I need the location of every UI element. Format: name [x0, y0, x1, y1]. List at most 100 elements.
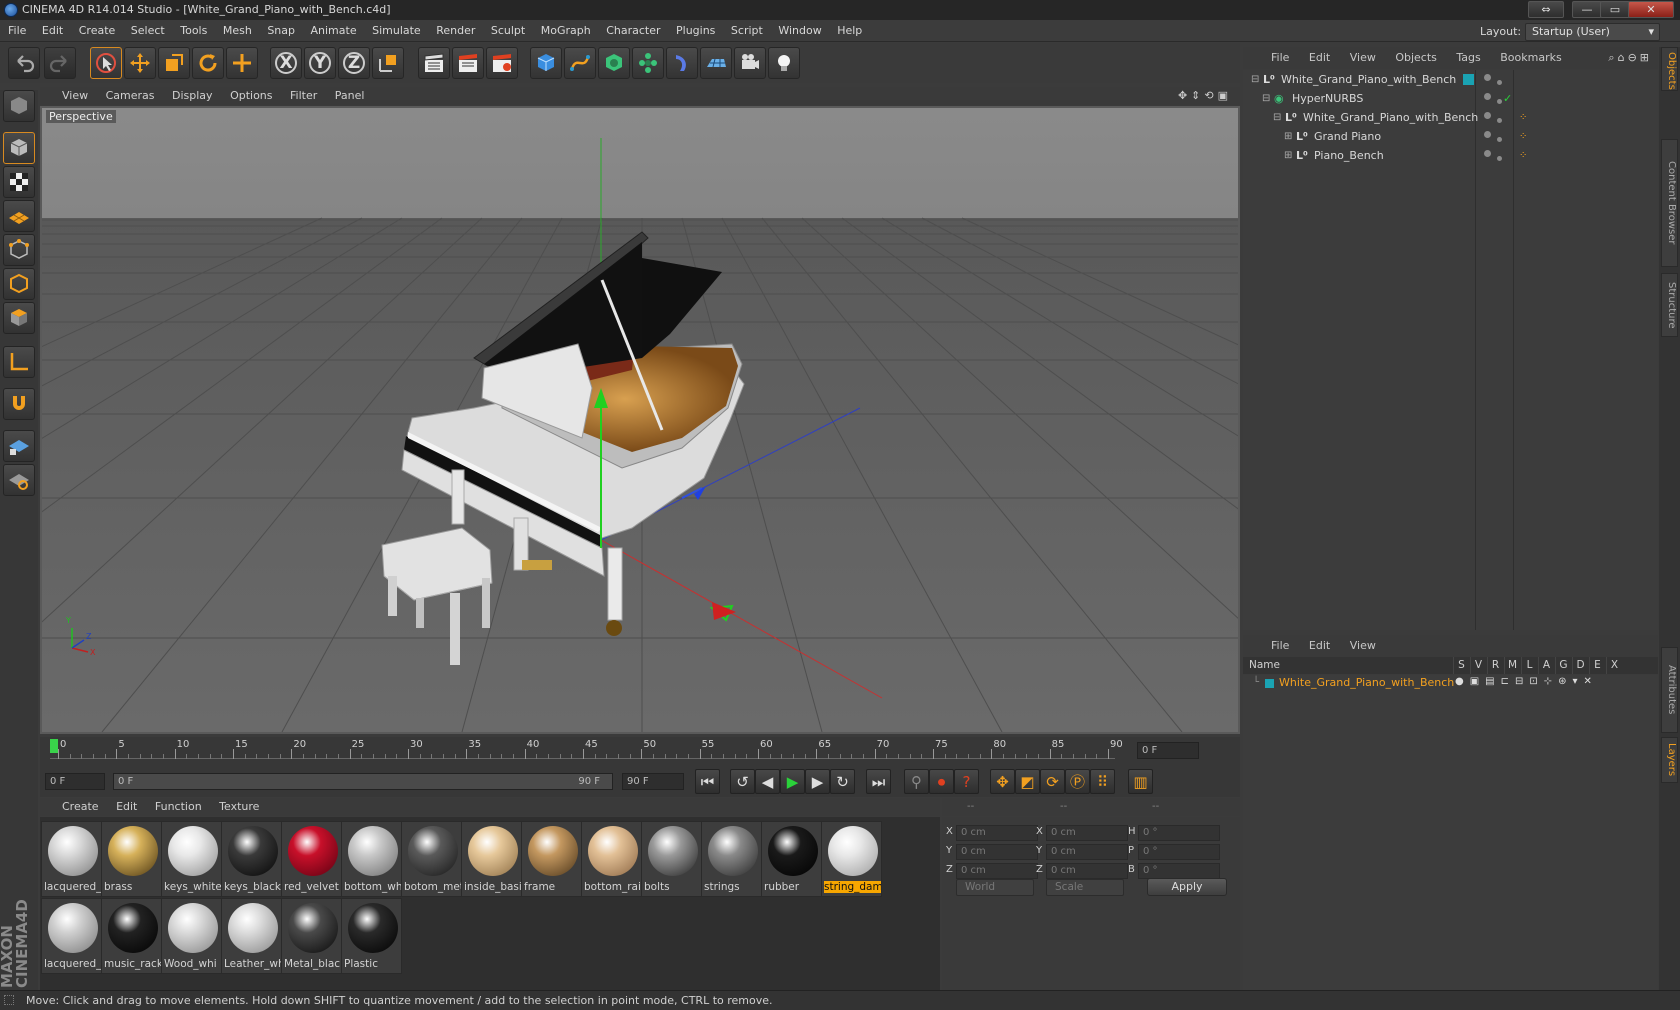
coord-value-field[interactable]: 0 cm	[1046, 825, 1128, 841]
coord-value-field[interactable]: 0 °	[1138, 863, 1220, 879]
workplane-mode-button[interactable]	[3, 200, 35, 232]
layer-flag-column-header[interactable]: X	[1606, 657, 1622, 674]
material-swatch[interactable]: string_dam	[821, 821, 882, 897]
undo-button[interactable]	[8, 47, 40, 79]
material-swatch[interactable]: strings	[701, 821, 762, 897]
expand-toggle-icon[interactable]: ⊟	[1251, 70, 1259, 90]
maximize-button[interactable]: ▭	[1600, 1, 1630, 18]
points-mode-button[interactable]	[3, 234, 35, 266]
y-axis-lock-button[interactable]: Y	[304, 47, 336, 79]
side-tab[interactable]: Layers	[1661, 737, 1678, 783]
frame-range-slider[interactable]: 0 F 90 F	[113, 773, 613, 790]
material-swatch[interactable]: bottom_rai	[581, 821, 642, 897]
viewport-menu-filter[interactable]: Filter	[283, 87, 324, 105]
redo-button[interactable]	[44, 47, 76, 79]
x-axis-lock-button[interactable]: X	[270, 47, 302, 79]
menu-create[interactable]: Create	[73, 20, 122, 42]
coord-scale-select[interactable]: Scale	[1046, 879, 1124, 896]
go-to-start-button[interactable]: ⏮	[695, 769, 720, 794]
menu-mesh[interactable]: Mesh	[217, 20, 258, 42]
add-floor-button[interactable]	[700, 47, 732, 79]
material-swatch[interactable]: lacquered_	[41, 821, 102, 897]
layer-menu-view[interactable]: View	[1342, 635, 1384, 657]
material-swatch[interactable]: red_velvet	[281, 821, 342, 897]
key-scale-button[interactable]: ◩	[1015, 769, 1040, 794]
material-swatch[interactable]: Metal_blac	[281, 898, 342, 974]
axis-mode-button[interactable]	[3, 346, 35, 378]
viewport-menu-options[interactable]: Options	[223, 87, 279, 105]
menu-character[interactable]: Character	[600, 20, 666, 42]
live-selection-button[interactable]	[90, 47, 122, 79]
side-tab[interactable]: Objects	[1661, 47, 1678, 91]
menu-snap[interactable]: Snap	[261, 20, 301, 42]
material-swatch[interactable]: inside_basi	[461, 821, 522, 897]
layer-flag-column-header[interactable]: L	[1521, 657, 1537, 674]
keyframe-selection-button[interactable]: ?	[954, 769, 979, 794]
viewport-menu-panel[interactable]: Panel	[328, 87, 372, 105]
object-row[interactable]: ⊞ L⁰ Piano_Bench ⁘	[1243, 146, 1658, 166]
object-menu-file[interactable]: File	[1243, 47, 1297, 69]
menu-simulate[interactable]: Simulate	[366, 20, 427, 42]
coord-value-field[interactable]: 0 cm	[1046, 863, 1128, 879]
object-menu-bookmarks[interactable]: Bookmarks	[1492, 47, 1569, 69]
object-menu-edit[interactable]: Edit	[1301, 47, 1338, 69]
add-generator-button[interactable]	[598, 47, 630, 79]
material-swatch[interactable]: bottom_wh	[341, 821, 402, 897]
material-menu-function[interactable]: Function	[148, 798, 209, 816]
expand-toggle-icon[interactable]: ⊞	[1284, 146, 1292, 166]
side-tab[interactable]: Attributes	[1661, 647, 1678, 733]
layer-menu-file[interactable]: File	[1243, 635, 1297, 657]
make-editable-button[interactable]	[3, 90, 35, 122]
layer-color-swatch[interactable]	[1463, 74, 1474, 85]
render-visibility-dot[interactable]	[1497, 99, 1502, 104]
menu-help[interactable]: Help	[831, 20, 868, 42]
coord-value-field[interactable]: 0 cm	[1046, 844, 1128, 860]
locked-workplane-button[interactable]	[3, 430, 35, 462]
menu-mograph[interactable]: MoGraph	[535, 20, 597, 42]
layer-flag-column-header[interactable]: R	[1487, 657, 1503, 674]
menu-render[interactable]: Render	[430, 20, 481, 42]
object-row[interactable]: ⊞ L⁰ Grand Piano ⁘	[1243, 127, 1658, 147]
move-tool-button[interactable]	[124, 47, 156, 79]
layer-flag-column-header[interactable]: S	[1453, 657, 1469, 674]
3d-viewport[interactable]: Perspective Y Z X	[40, 106, 1240, 734]
add-deformer-button[interactable]	[666, 47, 698, 79]
next-frame-button[interactable]: ▶	[805, 769, 830, 794]
material-swatch[interactable]: bolts	[641, 821, 702, 897]
layer-flag-column-header[interactable]: V	[1470, 657, 1486, 674]
render-view-button[interactable]	[418, 47, 450, 79]
start-frame-field[interactable]: 0 F	[45, 773, 105, 790]
expand-toggle-icon[interactable]: ⊟	[1262, 89, 1270, 109]
current-frame-field[interactable]: 0 F	[1137, 742, 1199, 759]
layer-flag-column-header[interactable]: A	[1538, 657, 1554, 674]
menu-edit[interactable]: Edit	[36, 20, 69, 42]
layer-flag-column-header[interactable]: D	[1572, 657, 1588, 674]
side-tab[interactable]: Content Browser	[1661, 139, 1678, 267]
object-menu-objects[interactable]: Objects	[1387, 47, 1445, 69]
go-to-next-key-button[interactable]: ↻	[830, 769, 855, 794]
viewport-menu-cameras[interactable]: Cameras	[99, 87, 162, 105]
object-row[interactable]: ⊟ L⁰ White_Grand_Piano_with_Bench	[1243, 70, 1658, 90]
editor-visibility-dot[interactable]	[1484, 93, 1491, 100]
material-menu-texture[interactable]: Texture	[212, 798, 266, 816]
transform-tool-button[interactable]	[226, 47, 258, 79]
layer-name[interactable]: White_Grand_Piano_with_Bench	[1279, 676, 1454, 689]
editor-visibility-dot[interactable]	[1484, 74, 1491, 81]
side-tab[interactable]: Structure	[1661, 273, 1678, 337]
model-mode-button[interactable]	[3, 132, 35, 164]
key-position-button[interactable]: ✥	[990, 769, 1015, 794]
render-visibility-dot[interactable]	[1497, 137, 1502, 142]
coord-value-field[interactable]: 0 °	[1138, 825, 1220, 841]
play-button[interactable]: ▶	[780, 769, 805, 794]
material-tag-icon[interactable]: ⁘	[1519, 146, 1527, 166]
menu-tools[interactable]: Tools	[174, 20, 213, 42]
material-menu-edit[interactable]: Edit	[109, 798, 144, 816]
render-visibility-dot[interactable]	[1497, 156, 1502, 161]
extra-window-button[interactable]: ⇔	[1528, 1, 1564, 18]
material-swatch[interactable]: Leather_wh	[221, 898, 282, 974]
editor-visibility-dot[interactable]	[1484, 131, 1491, 138]
expand-toggle-icon[interactable]: ⊞	[1284, 127, 1292, 147]
rotate-tool-button[interactable]	[192, 47, 224, 79]
menu-sculpt[interactable]: Sculpt	[485, 20, 531, 42]
menu-script[interactable]: Script	[725, 20, 769, 42]
